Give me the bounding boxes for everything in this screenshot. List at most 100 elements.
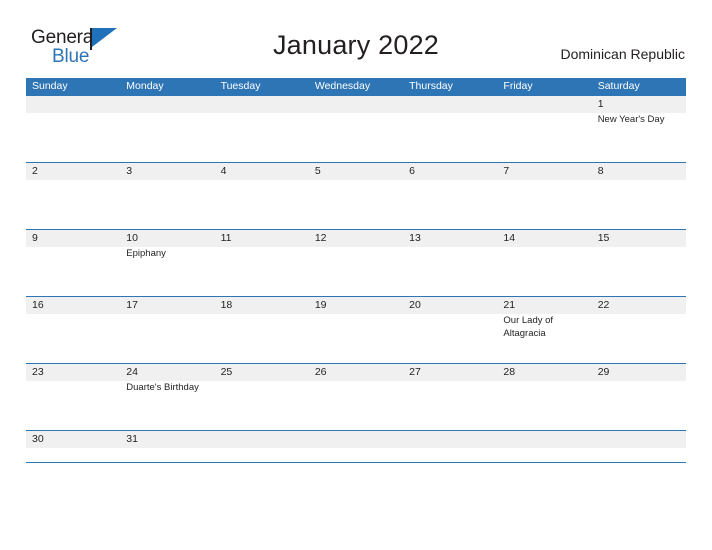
day-event[interactable]: [120, 314, 214, 363]
day-number[interactable]: 13: [403, 230, 497, 247]
day-event[interactable]: [592, 180, 686, 229]
weekday-header-thursday: Thursday: [409, 80, 453, 92]
day-event[interactable]: [215, 381, 309, 430]
day-number[interactable]: 28: [497, 364, 591, 381]
day-event[interactable]: [592, 247, 686, 296]
week-row: 30 31: [26, 430, 686, 463]
day-event[interactable]: [26, 448, 120, 462]
day-event[interactable]: [215, 448, 309, 462]
day-event[interactable]: [592, 314, 686, 363]
day-number[interactable]: 27: [403, 364, 497, 381]
day-number[interactable]: 23: [26, 364, 120, 381]
day-event[interactable]: [497, 247, 591, 296]
day-number[interactable]: 5: [309, 163, 403, 180]
day-event[interactable]: [403, 113, 497, 162]
day-number[interactable]: [497, 96, 591, 113]
day-event[interactable]: [309, 314, 403, 363]
day-number[interactable]: 12: [309, 230, 403, 247]
week-row: 2 3 4 5 6 7 8: [26, 162, 686, 229]
day-event[interactable]: Duarte's Birthday: [120, 381, 214, 430]
day-number[interactable]: [215, 96, 309, 113]
day-number[interactable]: 8: [592, 163, 686, 180]
day-number[interactable]: 2: [26, 163, 120, 180]
day-number[interactable]: 16: [26, 297, 120, 314]
day-event[interactable]: [215, 314, 309, 363]
day-number[interactable]: 20: [403, 297, 497, 314]
day-number[interactable]: 29: [592, 364, 686, 381]
day-number[interactable]: 30: [26, 431, 120, 448]
day-number[interactable]: 22: [592, 297, 686, 314]
day-number[interactable]: 31: [120, 431, 214, 448]
day-number[interactable]: 19: [309, 297, 403, 314]
day-number[interactable]: 10: [120, 230, 214, 247]
day-number[interactable]: 7: [497, 163, 591, 180]
day-event[interactable]: [26, 381, 120, 430]
day-event[interactable]: [497, 113, 591, 162]
day-number[interactable]: 6: [403, 163, 497, 180]
week-event-band: New Year's Day: [26, 113, 686, 162]
day-number[interactable]: 18: [215, 297, 309, 314]
day-number[interactable]: 15: [592, 230, 686, 247]
day-event[interactable]: [215, 247, 309, 296]
day-event[interactable]: [120, 448, 214, 462]
day-event[interactable]: New Year's Day: [592, 113, 686, 162]
day-number[interactable]: [497, 431, 591, 448]
week-row: 1 New Year's Day: [26, 95, 686, 162]
day-event[interactable]: [120, 180, 214, 229]
week-event-band: [26, 448, 686, 462]
day-number[interactable]: 3: [120, 163, 214, 180]
day-event[interactable]: [497, 180, 591, 229]
day-event[interactable]: [403, 247, 497, 296]
day-event[interactable]: [403, 381, 497, 430]
day-event[interactable]: [309, 113, 403, 162]
day-event[interactable]: [215, 180, 309, 229]
week-daynumber-band: 2 3 4 5 6 7 8: [26, 163, 686, 180]
day-event[interactable]: [403, 180, 497, 229]
day-event[interactable]: [215, 113, 309, 162]
day-event[interactable]: [592, 381, 686, 430]
day-event[interactable]: [403, 448, 497, 462]
day-number[interactable]: 21: [497, 297, 591, 314]
day-event[interactable]: [497, 381, 591, 430]
weekday-header-tuesday: Tuesday: [220, 80, 261, 92]
day-number[interactable]: [120, 96, 214, 113]
weekday-header-row: Sunday Monday Tuesday Wednesday Thursday…: [26, 78, 686, 95]
day-number[interactable]: 24: [120, 364, 214, 381]
day-event[interactable]: [309, 180, 403, 229]
day-number[interactable]: [26, 96, 120, 113]
day-event[interactable]: [309, 247, 403, 296]
day-event[interactable]: [403, 314, 497, 363]
day-event[interactable]: [309, 448, 403, 462]
day-number[interactable]: [403, 431, 497, 448]
page-header: General Blue January 2022 Dominican Repu…: [0, 0, 712, 76]
day-number[interactable]: [215, 431, 309, 448]
day-event[interactable]: [592, 448, 686, 462]
day-number[interactable]: [309, 96, 403, 113]
day-event[interactable]: Our Lady of Altagracia: [497, 314, 591, 363]
day-number[interactable]: [309, 431, 403, 448]
day-number[interactable]: [403, 96, 497, 113]
day-number[interactable]: 17: [120, 297, 214, 314]
day-number[interactable]: 11: [215, 230, 309, 247]
day-number[interactable]: [592, 431, 686, 448]
day-number[interactable]: 9: [26, 230, 120, 247]
day-number[interactable]: 14: [497, 230, 591, 247]
day-event[interactable]: [26, 113, 120, 162]
week-event-band: [26, 180, 686, 229]
weekday-header-friday: Friday: [503, 80, 533, 92]
day-event[interactable]: [120, 113, 214, 162]
day-number[interactable]: 26: [309, 364, 403, 381]
day-event[interactable]: [26, 314, 120, 363]
day-number[interactable]: 1: [592, 96, 686, 113]
calendar-page: General Blue January 2022 Dominican Repu…: [0, 0, 712, 550]
day-number[interactable]: 4: [215, 163, 309, 180]
calendar-grid: Sunday Monday Tuesday Wednesday Thursday…: [26, 78, 686, 463]
day-event[interactable]: Epiphany: [120, 247, 214, 296]
day-number[interactable]: 25: [215, 364, 309, 381]
weekday-header-wednesday: Wednesday: [314, 80, 371, 92]
day-event[interactable]: [26, 180, 120, 229]
day-event[interactable]: [309, 381, 403, 430]
day-event[interactable]: [26, 247, 120, 296]
day-event[interactable]: [497, 448, 591, 462]
weekday-header-monday: Monday: [126, 80, 164, 92]
